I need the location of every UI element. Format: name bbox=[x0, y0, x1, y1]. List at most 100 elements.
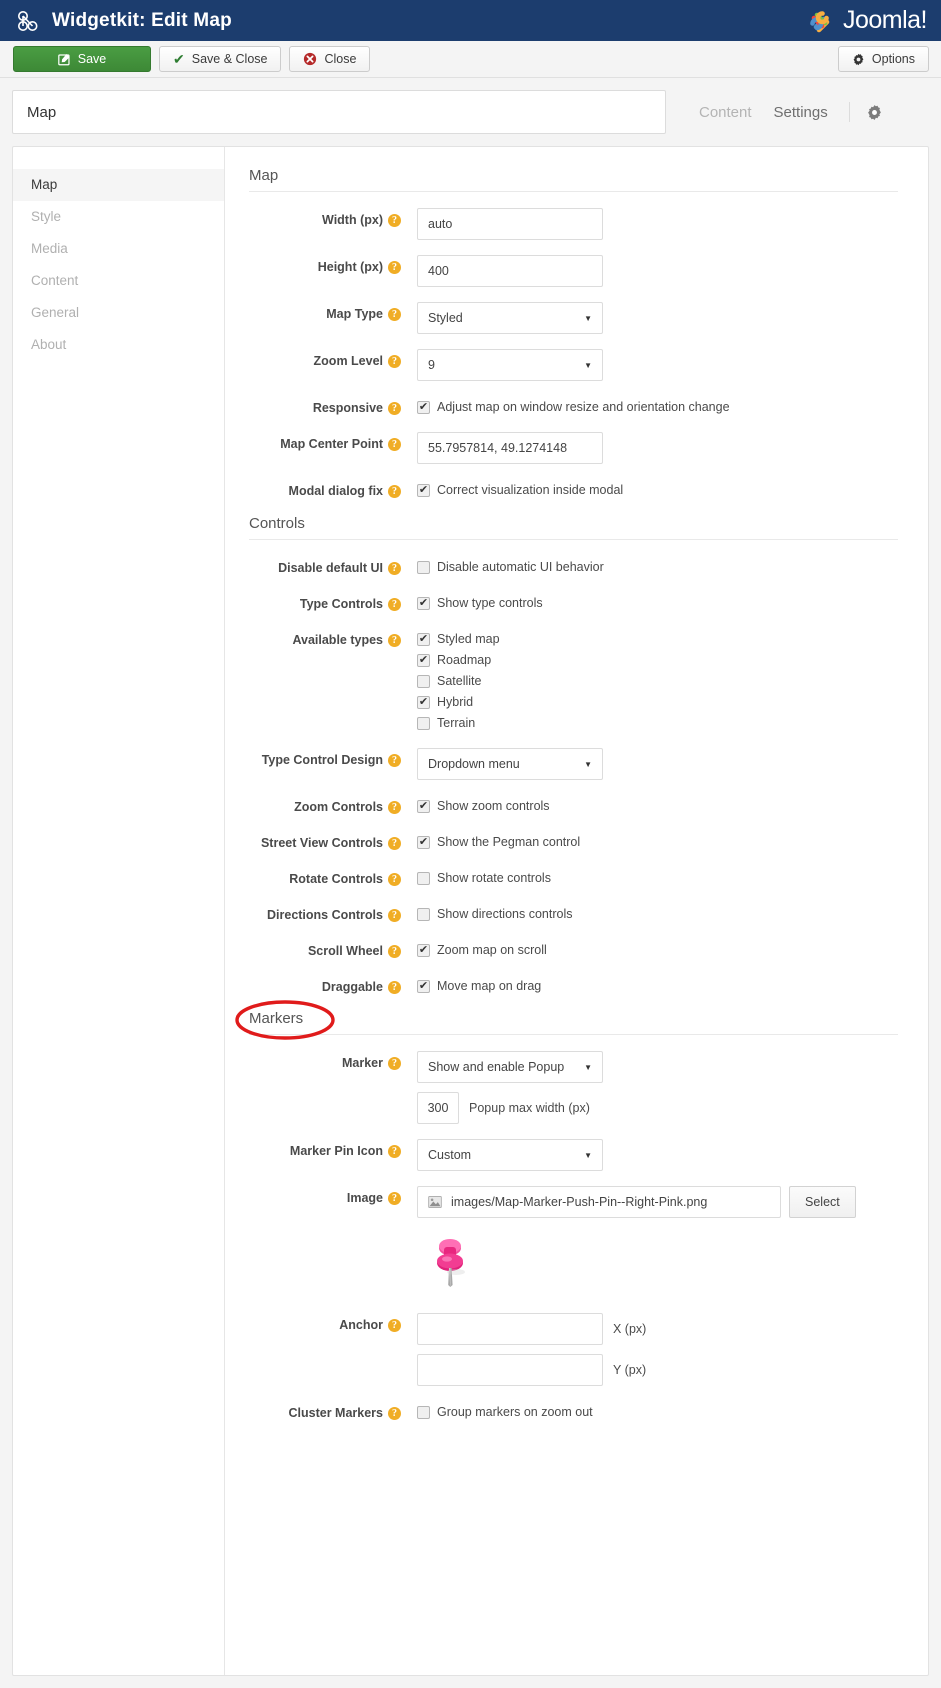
pencil-square-icon bbox=[57, 53, 71, 66]
field-image-preview bbox=[249, 1227, 898, 1298]
cluster-markers-checkbox-label: Group markers on zoom out bbox=[437, 1405, 593, 1419]
map-type-select[interactable]: Styled ▼ bbox=[417, 302, 603, 334]
help-icon[interactable]: ? bbox=[388, 801, 401, 814]
help-icon[interactable]: ? bbox=[388, 1192, 401, 1205]
popup-max-width-label: Popup max width (px) bbox=[469, 1101, 590, 1115]
help-icon[interactable]: ? bbox=[388, 1057, 401, 1070]
field-height-label: Height (px)? bbox=[249, 255, 409, 274]
styled-map-checkbox[interactable] bbox=[417, 632, 430, 646]
width-input[interactable]: auto bbox=[417, 208, 603, 240]
help-icon[interactable]: ? bbox=[388, 837, 401, 850]
scroll-wheel-checkbox[interactable] bbox=[417, 943, 430, 957]
cluster-markers-checkbox[interactable] bbox=[417, 1405, 430, 1419]
field-directions-controls: Directions Controls? Show directions con… bbox=[249, 903, 898, 924]
type-control-design-select[interactable]: Dropdown menu ▼ bbox=[417, 748, 603, 780]
zoom-controls-checkbox[interactable] bbox=[417, 799, 430, 813]
height-input[interactable]: 400 bbox=[417, 255, 603, 287]
help-icon[interactable]: ? bbox=[388, 873, 401, 886]
field-image-label: Image? bbox=[249, 1186, 409, 1205]
toolbar-actions: Save ✔ Save & Close Close bbox=[13, 46, 371, 72]
help-icon[interactable]: ? bbox=[388, 402, 401, 415]
help-icon[interactable]: ? bbox=[388, 214, 401, 227]
save-button-label: Save bbox=[77, 52, 107, 66]
field-street-view: Street View Controls? Show the Pegman co… bbox=[249, 831, 898, 852]
marker-image-input[interactable]: images/Map-Marker-Push-Pin--Right-Pink.p… bbox=[417, 1186, 781, 1218]
label-text: Zoom Level bbox=[313, 354, 383, 368]
help-icon[interactable]: ? bbox=[388, 562, 401, 575]
help-icon[interactable]: ? bbox=[388, 1407, 401, 1420]
marker-select[interactable]: Show and enable Popup ▼ bbox=[417, 1051, 603, 1083]
help-icon[interactable]: ? bbox=[388, 945, 401, 958]
sidebar-item-media[interactable]: Media bbox=[13, 233, 224, 265]
label-text: Image bbox=[346, 1191, 383, 1205]
field-disable-ui: Disable default UI? Disable automatic UI… bbox=[249, 556, 898, 577]
sidebar-item-general[interactable]: General bbox=[13, 297, 224, 329]
modal-fix-checkbox[interactable] bbox=[417, 483, 430, 497]
draggable-checkbox[interactable] bbox=[417, 979, 430, 993]
field-type-controls: Type Controls? Show type controls bbox=[249, 592, 898, 613]
sidebar-item-content[interactable]: Content bbox=[13, 265, 224, 297]
marker-pin-icon-select[interactable]: Custom ▼ bbox=[417, 1139, 603, 1171]
close-button[interactable]: Close bbox=[289, 46, 371, 72]
sidebar-item-about[interactable]: About bbox=[13, 329, 224, 361]
help-icon[interactable]: ? bbox=[388, 1145, 401, 1158]
help-icon[interactable]: ? bbox=[388, 909, 401, 922]
help-icon[interactable]: ? bbox=[388, 261, 401, 274]
satellite-label: Satellite bbox=[437, 674, 482, 688]
chevron-down-icon: ▼ bbox=[584, 1150, 592, 1160]
directions-controls-checkbox[interactable] bbox=[417, 907, 430, 921]
save-close-button-label: Save & Close bbox=[191, 52, 268, 66]
label-text: Type Control Design bbox=[261, 753, 383, 767]
marker-image-path: images/Map-Marker-Push-Pin--Right-Pink.p… bbox=[451, 1195, 708, 1209]
label-text: Available types bbox=[292, 633, 383, 647]
zoom-level-select[interactable]: 9 ▼ bbox=[417, 349, 603, 381]
rotate-controls-checkbox-label: Show rotate controls bbox=[437, 871, 551, 885]
disable-ui-checkbox[interactable] bbox=[417, 560, 430, 574]
help-icon[interactable]: ? bbox=[388, 308, 401, 321]
responsive-checkbox[interactable] bbox=[417, 400, 430, 414]
satellite-checkbox[interactable] bbox=[417, 674, 430, 688]
select-image-button[interactable]: Select bbox=[789, 1186, 856, 1218]
field-scroll-wheel: Scroll Wheel? Zoom map on scroll bbox=[249, 939, 898, 960]
help-icon[interactable]: ? bbox=[388, 634, 401, 647]
rotate-controls-checkbox[interactable] bbox=[417, 871, 430, 885]
save-close-button[interactable]: ✔ Save & Close bbox=[159, 46, 282, 72]
help-icon[interactable]: ? bbox=[388, 355, 401, 368]
field-type-control-design: Type Control Design? Dropdown menu ▼ bbox=[249, 748, 898, 780]
section-heading-markers: Markers bbox=[235, 1000, 898, 1040]
anchor-x-input[interactable] bbox=[417, 1313, 603, 1345]
street-view-checkbox[interactable] bbox=[417, 835, 430, 849]
tab-settings[interactable]: Settings bbox=[763, 104, 839, 121]
settings-gear-icon[interactable] bbox=[860, 104, 889, 121]
map-center-input[interactable]: 55.7957814, 49.1274148 bbox=[417, 432, 603, 464]
terrain-checkbox[interactable] bbox=[417, 716, 430, 730]
help-icon[interactable]: ? bbox=[388, 485, 401, 498]
save-button[interactable]: Save bbox=[13, 46, 151, 72]
field-rotate-controls: Rotate Controls? Show rotate controls bbox=[249, 867, 898, 888]
tab-content[interactable]: Content bbox=[688, 104, 763, 121]
sidebar-item-style[interactable]: Style bbox=[13, 201, 224, 233]
popup-max-width-input[interactable]: 300 bbox=[417, 1092, 459, 1124]
widget-title-input[interactable]: Map bbox=[12, 90, 666, 134]
type-controls-checkbox[interactable] bbox=[417, 596, 430, 610]
hybrid-checkbox[interactable] bbox=[417, 695, 430, 709]
anchor-y-input[interactable] bbox=[417, 1354, 603, 1386]
help-icon[interactable]: ? bbox=[388, 981, 401, 994]
marker-value: Show and enable Popup bbox=[428, 1060, 565, 1074]
help-icon[interactable]: ? bbox=[388, 754, 401, 767]
help-icon[interactable]: ? bbox=[388, 598, 401, 611]
field-street-view-label: Street View Controls? bbox=[249, 831, 409, 850]
styled-map-label: Styled map bbox=[437, 632, 500, 646]
field-map-center: Map Center Point? 55.7957814, 49.1274148 bbox=[249, 432, 898, 464]
map-type-value: Styled bbox=[428, 311, 463, 325]
roadmap-checkbox[interactable] bbox=[417, 653, 430, 667]
scroll-wheel-checkbox-label: Zoom map on scroll bbox=[437, 943, 547, 957]
sidebar-item-map[interactable]: Map bbox=[13, 169, 224, 201]
field-marker: Marker? Show and enable Popup ▼ bbox=[249, 1051, 898, 1083]
options-button-label: Options bbox=[871, 52, 915, 66]
help-icon[interactable]: ? bbox=[388, 1319, 401, 1332]
help-icon[interactable]: ? bbox=[388, 438, 401, 451]
field-anchor-y-label bbox=[249, 1354, 409, 1359]
field-directions-controls-label: Directions Controls? bbox=[249, 903, 409, 922]
options-button[interactable]: Options bbox=[837, 46, 929, 72]
